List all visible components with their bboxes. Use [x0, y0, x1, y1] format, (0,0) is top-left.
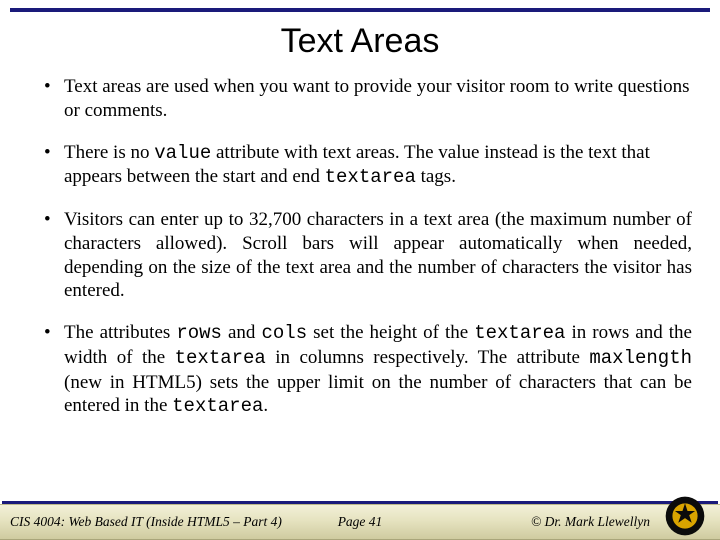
code-textarea: textarea	[325, 166, 416, 188]
bullet-text: and	[222, 322, 262, 343]
bullet-text: in columns respectively. The attribute	[266, 347, 590, 368]
footer-course: CIS 4004: Web Based IT (Inside HTML5 – P…	[10, 514, 282, 530]
footer-page: Page 41	[338, 514, 383, 530]
footer-copyright: © Dr. Mark Llewellyn	[531, 514, 650, 530]
slide-content: Text areas are used when you want to pro…	[0, 75, 720, 540]
bullet-item: Visitors can enter up to 32,700 characte…	[44, 208, 692, 303]
bullet-item: There is no value attribute with text ar…	[44, 141, 692, 191]
code-maxlength: maxlength	[589, 347, 692, 369]
bullet-text: set the height of the	[307, 322, 474, 343]
slide-title: Text Areas	[0, 22, 720, 61]
bullet-text: There is no	[64, 142, 154, 163]
code-textarea: textarea	[175, 347, 266, 369]
footer: CIS 4004: Web Based IT (Inside HTML5 – P…	[0, 501, 720, 540]
bullet-text: The attributes	[64, 322, 176, 343]
code-textarea: textarea	[172, 395, 263, 417]
bullet-text: Visitors can enter up to 32,700 characte…	[64, 209, 692, 301]
top-divider	[10, 8, 710, 12]
code-value: value	[154, 142, 211, 164]
bullet-text: (new in HTML5) sets the upper limit on t…	[64, 372, 692, 417]
bullet-text: Text areas are used when you want to pro…	[64, 76, 690, 121]
slide: Text Areas Text areas are used when you …	[0, 0, 720, 540]
ucf-logo-icon	[664, 495, 706, 537]
footer-bar: CIS 4004: Web Based IT (Inside HTML5 – P…	[0, 504, 720, 540]
bullet-list: Text areas are used when you want to pro…	[44, 75, 692, 419]
bullet-item: Text areas are used when you want to pro…	[44, 75, 692, 123]
code-rows: rows	[176, 322, 222, 344]
bullet-text: .	[263, 395, 268, 416]
bullet-item: The attributes rows and cols set the hei…	[44, 321, 692, 419]
code-textarea: textarea	[474, 322, 565, 344]
bullet-text: tags.	[416, 166, 456, 187]
code-cols: cols	[261, 322, 307, 344]
